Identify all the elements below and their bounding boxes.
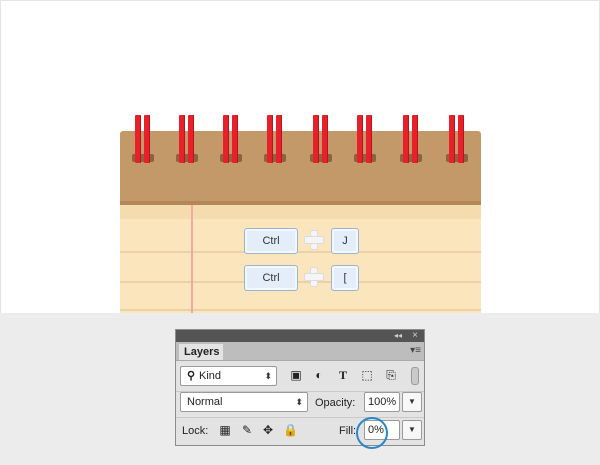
key-j: J (331, 228, 359, 254)
spiral-ring (412, 115, 418, 163)
lock-label: Lock: (182, 425, 209, 437)
spiral-ring (313, 115, 319, 163)
key-ctrl: Ctrl (244, 265, 298, 291)
lock-transparent-icon[interactable]: ▦ (218, 423, 232, 437)
spiral-ring (232, 115, 238, 163)
paper-line (120, 251, 481, 253)
lock-all-icon[interactable]: 🔒 (283, 423, 298, 437)
fill-label: Fill: (339, 425, 357, 437)
type-filter-icon[interactable]: T (336, 368, 350, 382)
spiral-ring (135, 115, 141, 163)
key-left-bracket: [ (331, 265, 359, 291)
layer-filter-row: ⚲ Kind ⬍ ▣ ◐ T ⬚ ⎘ (176, 361, 424, 392)
spiral-ring (188, 115, 194, 163)
filter-kind-label: Kind (199, 370, 222, 382)
search-icon: ⚲ (187, 370, 196, 382)
spiral-ring (403, 115, 409, 163)
notepad-paper (120, 205, 481, 313)
document-canvas: Ctrl J Ctrl [ (0, 0, 600, 313)
updown-arrow-icon: ⬍ (295, 397, 303, 407)
fill-slider-button[interactable]: ▼ (402, 420, 422, 440)
spiral-ring (449, 115, 455, 163)
filter-toggle-switch[interactable] (411, 367, 419, 385)
spiral-ring (276, 115, 282, 163)
key-ctrl: Ctrl (244, 228, 298, 254)
lock-move-icon[interactable]: ✥ (261, 423, 275, 437)
paper-margin-line (191, 205, 193, 313)
lock-paint-icon[interactable]: ✎ (240, 423, 254, 437)
spiral-ring (366, 115, 372, 163)
panel-menu-icon[interactable]: ▾≡ (410, 345, 421, 357)
spiral-ring (267, 115, 273, 163)
tab-layers[interactable]: Layers (179, 344, 223, 360)
blend-mode-value: Normal (187, 396, 223, 408)
opacity-input[interactable]: 100% (364, 392, 400, 412)
blend-opacity-row: Normal ⬍ Opacity: 100% ▼ (176, 392, 424, 418)
close-icon[interactable]: × (412, 330, 418, 341)
plus-icon (305, 231, 323, 249)
panel-tab-bar: Layers ▾≡ (176, 342, 424, 361)
plus-icon (305, 268, 323, 286)
image-filter-icon[interactable]: ▣ (289, 368, 303, 382)
smart-object-filter-icon[interactable]: ⎘ (384, 368, 398, 382)
chevron-down-icon: ▼ (408, 397, 416, 406)
spiral-ring (458, 115, 464, 163)
paper-line (120, 309, 481, 311)
shape-filter-icon[interactable]: ⬚ (360, 368, 374, 382)
opacity-label: Opacity: (315, 397, 356, 409)
opacity-slider-button[interactable]: ▼ (402, 392, 422, 412)
spiral-ring (144, 115, 150, 163)
filter-kind-dropdown[interactable]: ⚲ Kind ⬍ (180, 366, 277, 386)
chevron-down-icon: ▼ (408, 425, 416, 434)
layers-panel: ◂◂ × Layers ▾≡ ⚲ Kind ⬍ ▣ ◐ T ⬚ ⎘ Normal … (175, 329, 425, 446)
panel-title-bar[interactable]: ◂◂ × (176, 330, 424, 342)
blend-mode-dropdown[interactable]: Normal ⬍ (180, 392, 308, 412)
notepad-top-binding (120, 131, 481, 205)
spiral-ring (322, 115, 328, 163)
notepad-paper-shadow (120, 205, 481, 219)
updown-arrow-icon: ⬍ (264, 371, 272, 381)
spiral-ring (179, 115, 185, 163)
double-chevron-icon[interactable]: ◂◂ (394, 331, 402, 341)
paper-line (120, 281, 481, 283)
fill-input[interactable]: 0% (364, 420, 400, 440)
adjustment-filter-icon[interactable]: ◐ (312, 368, 326, 382)
spiral-ring (223, 115, 229, 163)
notepad-illustration (120, 115, 481, 313)
spiral-ring (357, 115, 363, 163)
